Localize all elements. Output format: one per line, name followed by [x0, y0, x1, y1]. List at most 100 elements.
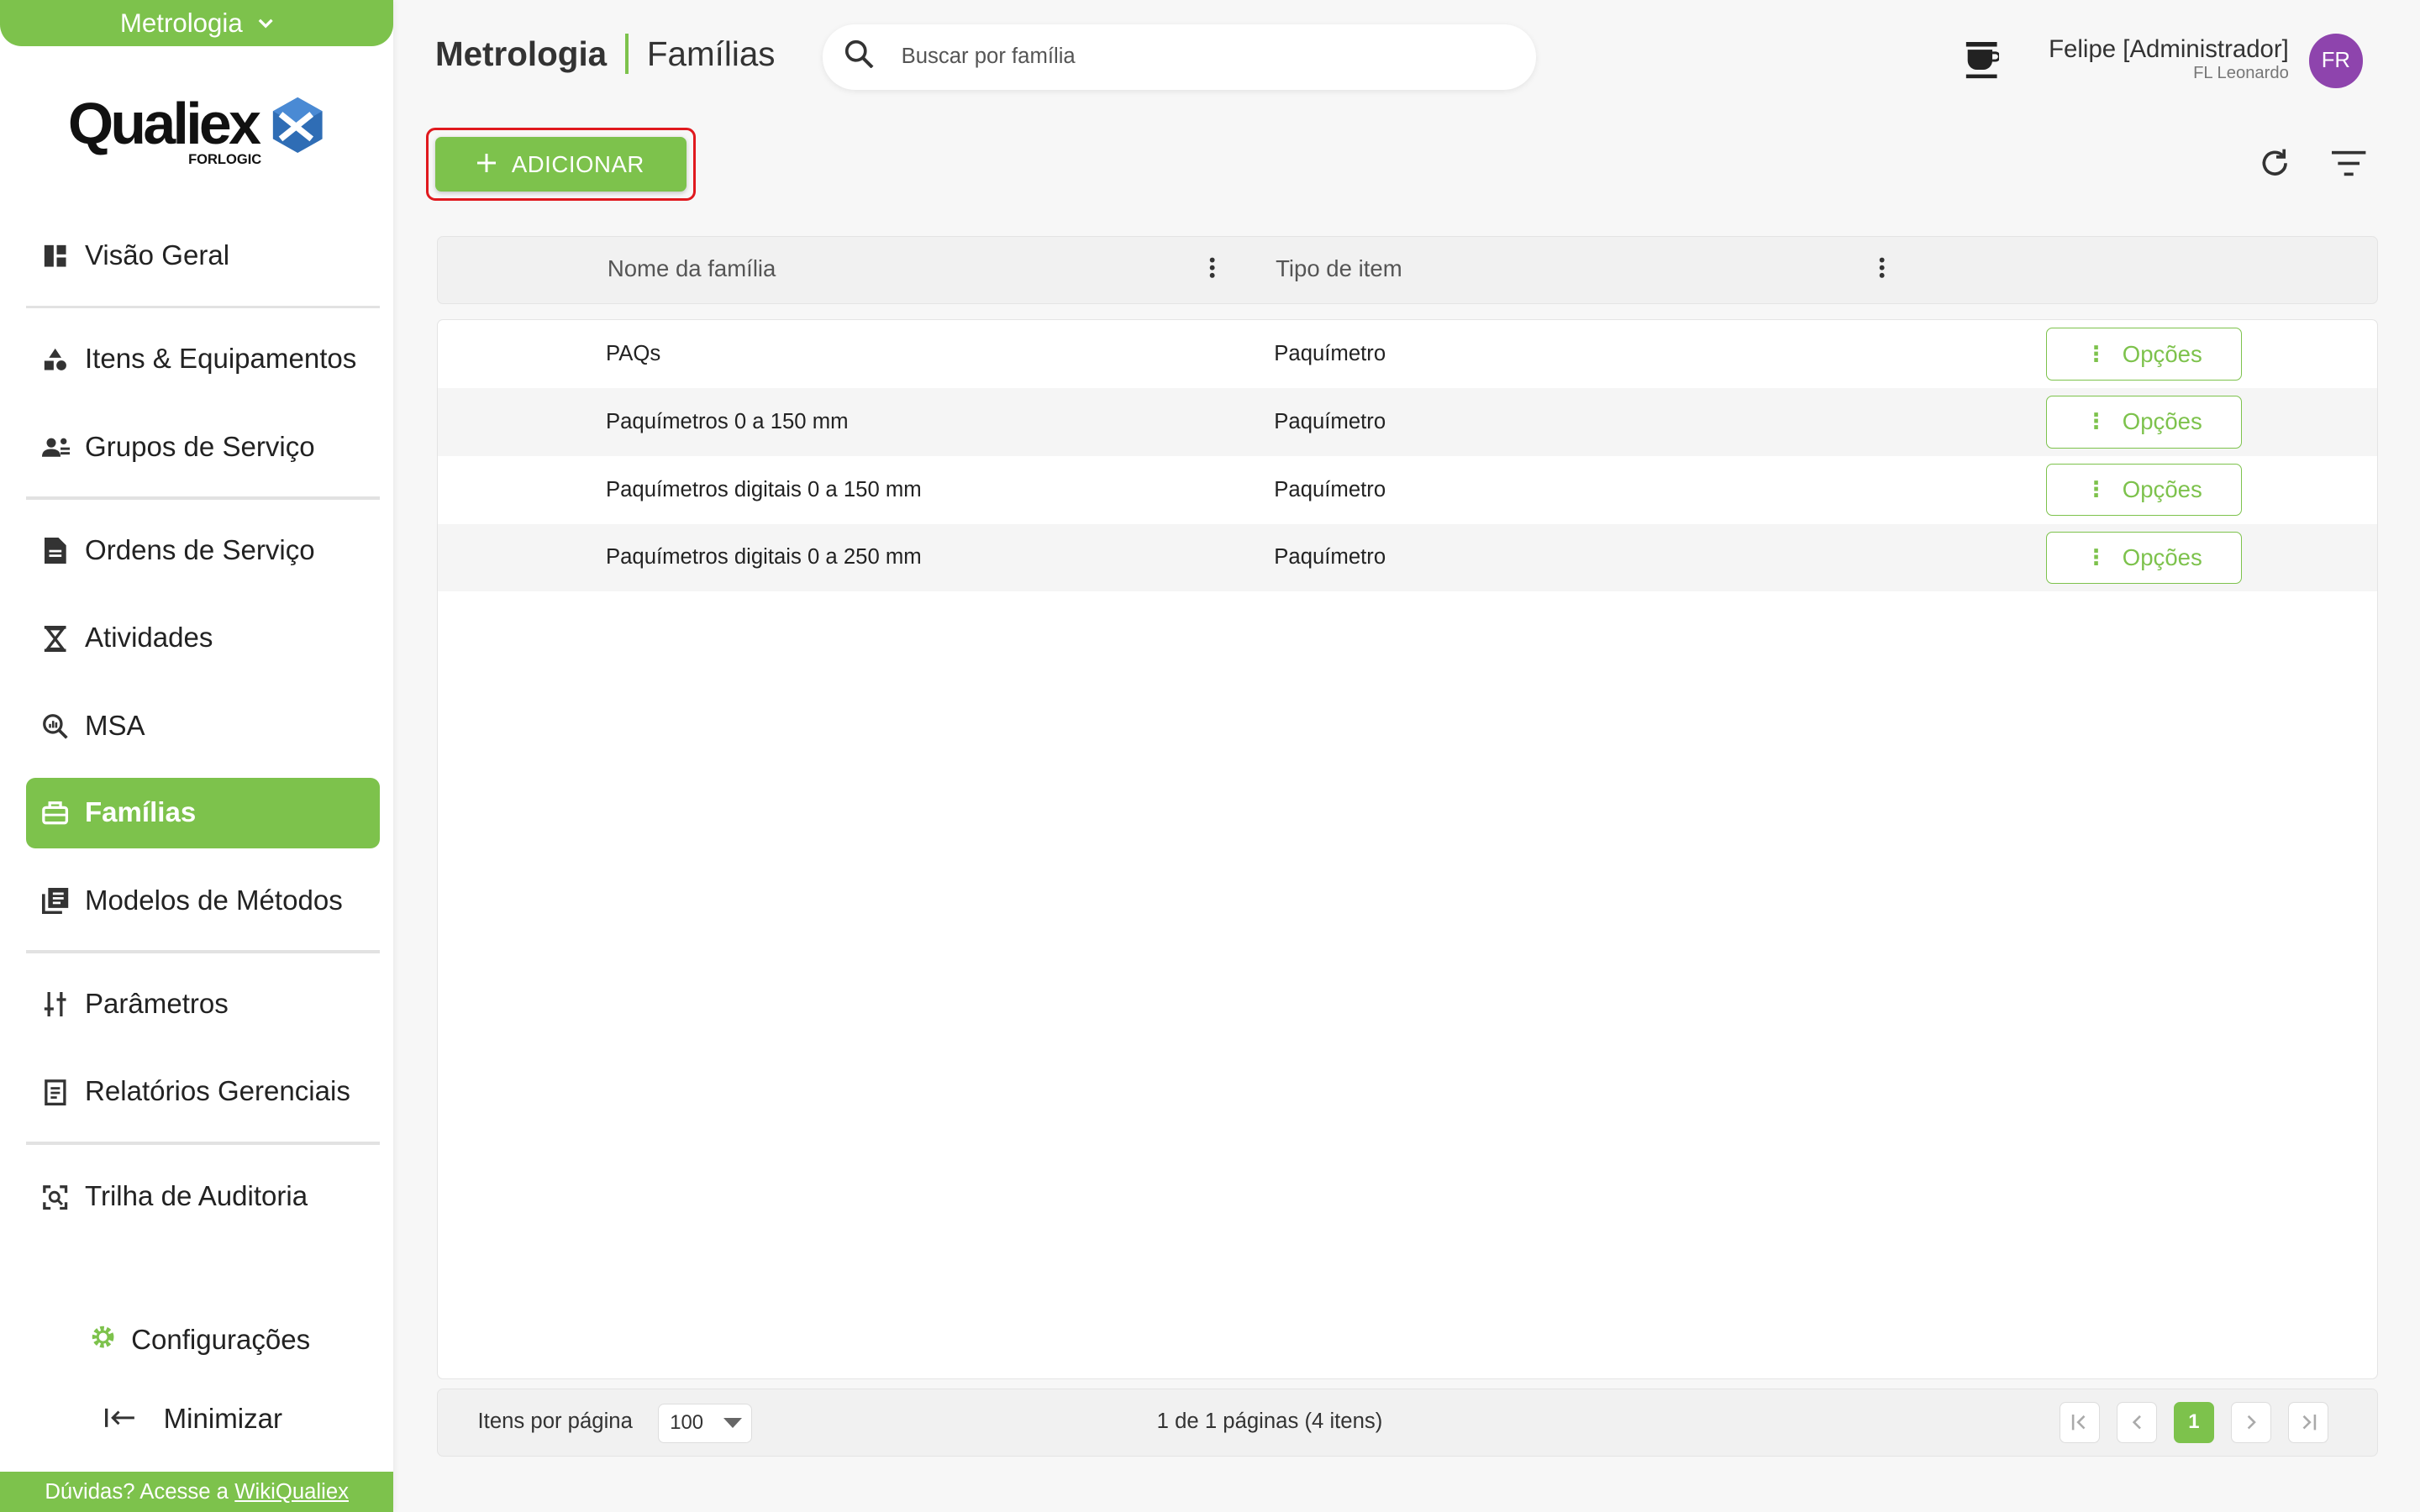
- module-switcher[interactable]: Metrologia: [0, 0, 394, 47]
- minimize-button[interactable]: Minimizar: [104, 1404, 283, 1436]
- next-page-button[interactable]: [2231, 1401, 2271, 1444]
- prev-page-button[interactable]: [2117, 1401, 2157, 1444]
- sidebar-item-label: Parâmetros: [84, 988, 229, 1020]
- user-info[interactable]: Felipe [Administrador] FL Leonardo: [2049, 35, 2289, 83]
- column-menu-icon[interactable]: [1209, 255, 1215, 286]
- chevron-right-icon: [2247, 1415, 2256, 1430]
- options-label: Opções: [2122, 544, 2202, 571]
- add-button-label: ADICIONAR: [511, 150, 644, 177]
- items-per-page-value: 100: [670, 1411, 704, 1435]
- column-header-type[interactable]: Tipo de item: [1276, 255, 1402, 282]
- help-text: Dúvidas? Acesse a: [45, 1479, 229, 1504]
- library-icon: [42, 887, 70, 915]
- sidebar-item-label: Visão Geral: [84, 239, 230, 271]
- column-menu-icon[interactable]: [1879, 255, 1885, 286]
- last-page-button[interactable]: [2287, 1401, 2328, 1444]
- options-button[interactable]: ⋮ Opções: [2045, 328, 2242, 381]
- settings-label: Configurações: [131, 1324, 311, 1356]
- options-label: Opções: [2122, 340, 2202, 367]
- add-button[interactable]: ADICIONAR: [434, 137, 687, 192]
- sidebar-item-atividades[interactable]: Atividades: [26, 603, 380, 674]
- column-header-name[interactable]: Nome da família: [608, 255, 776, 282]
- audit-icon: [42, 1184, 70, 1211]
- first-page-icon: [2071, 1415, 2086, 1431]
- wiki-link[interactable]: WikiQualiex: [234, 1480, 349, 1504]
- sidebar-item-trilha-auditoria[interactable]: Trilha de Auditoria: [26, 1162, 380, 1232]
- table-footer: Itens por página 100 1 de 1 páginas (4 i…: [436, 1389, 2379, 1457]
- first-page-button[interactable]: [2060, 1401, 2100, 1444]
- sidebar-item-parametros[interactable]: Parâmetros: [26, 969, 380, 1039]
- table-body: PAQs Paquímetro ⋮ Opções Paquímetros 0 a…: [436, 319, 2379, 1379]
- sidebar-item-msa[interactable]: MSA: [26, 691, 380, 762]
- logo-subtext: FORLOGIC: [188, 150, 262, 167]
- logo-mark-icon: [273, 97, 323, 153]
- search-box: [822, 24, 1536, 90]
- qualiex-logo: Qualiex FORLOGIC: [68, 90, 330, 173]
- more-vertical-icon: ⋮: [2085, 478, 2107, 502]
- table-row[interactable]: Paquímetros 0 a 150 mm Paquímetro ⋮ Opçõ…: [437, 388, 2378, 456]
- page-info: 1 de 1 páginas (4 itens): [1156, 1409, 1383, 1433]
- chevron-down-icon: [258, 13, 273, 34]
- sidebar-item-label: Relatórios Gerenciais: [84, 1076, 350, 1108]
- sidebar: Metrologia Qualiex FORLOGIC Visão Geral …: [0, 0, 394, 1512]
- more-vertical-icon: ⋮: [2085, 410, 2107, 434]
- sidebar-item-label: Famílias: [84, 796, 197, 828]
- user-org: FL Leonardo: [2193, 64, 2289, 83]
- collapse-left-icon: [104, 1404, 136, 1436]
- options-button[interactable]: ⋮ Opções: [2045, 463, 2242, 517]
- module-switcher-label: Metrologia: [119, 8, 243, 38]
- search-input[interactable]: [901, 45, 1488, 70]
- filter-icon[interactable]: [2332, 150, 2366, 184]
- sidebar-item-ordens-servico[interactable]: Ordens de Serviço: [26, 515, 380, 585]
- gear-icon: [90, 1324, 116, 1357]
- sidebar-divider: [26, 1142, 380, 1145]
- coffee-cup-icon[interactable]: [1965, 41, 2001, 86]
- options-button[interactable]: ⋮ Opções: [2045, 531, 2242, 585]
- sidebar-item-label: Modelos de Métodos: [84, 885, 343, 916]
- settings-link[interactable]: Configurações: [90, 1324, 311, 1357]
- item-type-cell: Paquímetro: [1274, 545, 1386, 570]
- report-icon: [42, 1079, 70, 1106]
- plus-icon: [477, 151, 497, 178]
- family-name-cell: PAQs: [605, 341, 661, 365]
- toolbox-icon: [42, 799, 70, 827]
- items-per-page-select[interactable]: 100: [658, 1403, 753, 1444]
- dropdown-caret-icon: [723, 1418, 743, 1428]
- title-separator: [625, 34, 629, 75]
- sidebar-item-label: Ordens de Serviço: [84, 534, 315, 566]
- sidebar-item-modelos-metodos[interactable]: Modelos de Métodos: [26, 865, 380, 936]
- family-name-cell: Paquímetros digitais 0 a 250 mm: [605, 545, 922, 570]
- table-row[interactable]: Paquímetros digitais 0 a 250 mm Paquímet…: [437, 523, 2378, 592]
- more-vertical-icon: ⋮: [2085, 342, 2107, 366]
- table-row[interactable]: PAQs Paquímetro ⋮ Opções: [438, 320, 2378, 388]
- more-vertical-icon: ⋮: [2085, 546, 2107, 570]
- sidebar-item-label: Trilha de Auditoria: [84, 1181, 308, 1213]
- minimize-label: Minimizar: [163, 1404, 283, 1436]
- sidebar-item-familias[interactable]: Famílias: [26, 777, 380, 849]
- page-number-button[interactable]: 1: [2174, 1401, 2214, 1444]
- sidebar-item-itens-equipamentos[interactable]: Itens & Equipamentos: [26, 324, 380, 395]
- options-button[interactable]: ⋮ Opções: [2045, 396, 2242, 449]
- table-row[interactable]: Paquímetros digitais 0 a 150 mm Paquímet…: [438, 456, 2378, 524]
- options-label: Opções: [2122, 476, 2202, 503]
- avatar[interactable]: FR: [2308, 34, 2363, 88]
- sidebar-item-label: Itens & Equipamentos: [84, 343, 357, 375]
- group-icon: [41, 433, 70, 461]
- dashboard-icon: [42, 242, 70, 270]
- sidebar-divider: [26, 305, 380, 309]
- document-icon: [42, 537, 70, 564]
- module-title: Metrologia: [434, 34, 608, 73]
- refresh-icon[interactable]: [2258, 146, 2291, 186]
- sidebar-item-label: Grupos de Serviço: [84, 431, 315, 463]
- logo-text: Qualiex: [67, 90, 261, 156]
- search-icon[interactable]: [844, 39, 874, 76]
- sidebar-item-visao-geral[interactable]: Visão Geral: [26, 221, 380, 291]
- item-type-cell: Paquímetro: [1274, 477, 1386, 501]
- page-name: Famílias: [646, 34, 776, 73]
- family-name-cell: Paquímetros digitais 0 a 150 mm: [605, 477, 922, 501]
- sidebar-item-label: MSA: [84, 711, 145, 743]
- search-analysis-icon: [42, 713, 70, 741]
- sidebar-item-relatorios[interactable]: Relatórios Gerenciais: [26, 1057, 380, 1127]
- sidebar-item-grupos-servico[interactable]: Grupos de Serviço: [26, 412, 380, 482]
- hourglass-icon: [42, 625, 70, 653]
